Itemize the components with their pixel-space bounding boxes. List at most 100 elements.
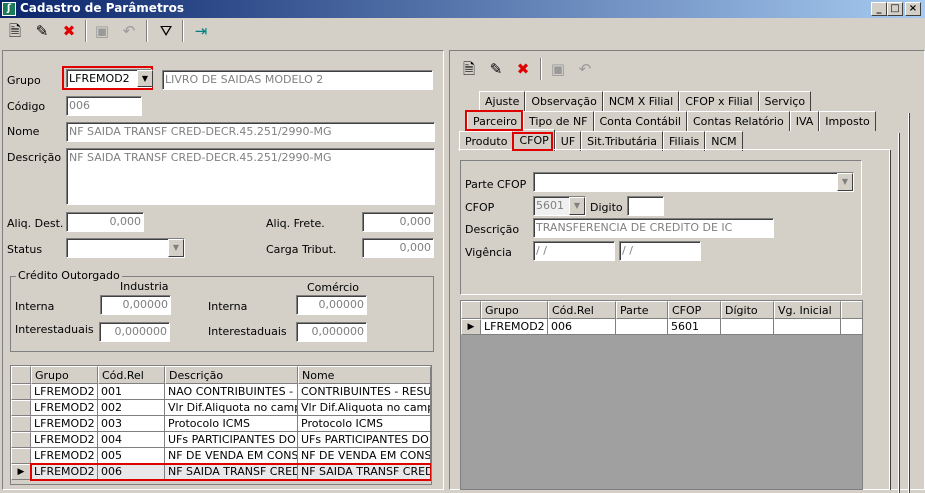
vigencia-fim-field[interactable]: / /	[619, 241, 701, 261]
table-cell[interactable]: LFREMOD2	[31, 400, 98, 416]
tab-tipo-de-nf[interactable]: Tipo de NF	[523, 111, 594, 131]
row-indicator[interactable]	[11, 448, 31, 464]
table-cell[interactable]: 004	[98, 432, 165, 448]
parameters-grid[interactable]: Grupo Cód.Rel Descrição Nome LFREMOD2 001 NAO …	[10, 365, 432, 485]
digito-field[interactable]	[627, 196, 664, 216]
comercio-interna-field[interactable]: 0,00000	[296, 295, 367, 315]
table-cell[interactable]	[841, 319, 862, 335]
chevron-down-icon[interactable]: ▼	[569, 197, 585, 215]
table-cell[interactable]	[774, 319, 841, 335]
codigo-field[interactable]: 006	[66, 96, 142, 116]
descricao-textarea[interactable]: NF SAIDA TRANSF CRED-DECR.45.251/2990-MG	[66, 148, 435, 205]
maximize-button[interactable]: □	[887, 2, 903, 16]
row-indicator[interactable]	[11, 432, 31, 448]
column-header[interactable]: Vg. Inicial	[774, 301, 841, 319]
edit-icon[interactable]: ✎	[485, 58, 507, 80]
table-cell[interactable]	[616, 319, 668, 335]
undo-icon[interactable]: ↶	[574, 58, 596, 80]
parte-cfop-select[interactable]	[533, 172, 854, 192]
tab-iva[interactable]: IVA	[789, 111, 820, 131]
delete-icon[interactable]: ✖	[58, 20, 80, 42]
tab-ajuste[interactable]: Ajuste	[479, 91, 526, 111]
tab-servi-o[interactable]: Serviço	[758, 91, 812, 111]
table-cell[interactable]	[721, 319, 774, 335]
new-icon[interactable]: 🗎	[458, 58, 480, 80]
table-cell[interactable]: Protocolo ICMS	[165, 416, 298, 432]
column-header[interactable]: Dígito	[721, 301, 774, 319]
table-cell[interactable]: 002	[98, 400, 165, 416]
cfop-grid[interactable]: Grupo Cód.Rel Parte CFOP Dígito Vg. Inicial ▶ L…	[460, 300, 863, 490]
table-cell[interactable]: Vlr Dif.Aliquota no campo	[165, 400, 298, 416]
table-cell[interactable]: Protocolo ICMS	[298, 416, 431, 432]
tab-cfop-x-filial[interactable]: CFOP x Filial	[679, 91, 759, 111]
chevron-down-icon[interactable]: ▼	[137, 70, 153, 87]
column-header[interactable]: Grupo	[481, 301, 548, 319]
table-cell[interactable]: 006	[548, 319, 616, 335]
save-icon[interactable]: ▣	[547, 58, 569, 80]
save-icon[interactable]: ▣	[91, 20, 113, 42]
cfop-descricao-field[interactable]: TRANSFERENCIA DE CREDITO DE IC	[533, 218, 774, 238]
table-cell[interactable]: LFREMOD2	[31, 448, 98, 464]
table-cell[interactable]: NAO CONTRIBUINTES - RE	[165, 384, 298, 400]
carga-tribut-field[interactable]: 0,000	[362, 238, 434, 258]
row-indicator[interactable]	[11, 416, 31, 432]
aliq-frete-field[interactable]: 0,000	[362, 212, 434, 232]
tab-filiais[interactable]: Filiais	[663, 131, 706, 151]
table-cell[interactable]: NF DE VENDA EM CONSIGI	[298, 448, 431, 464]
row-indicator[interactable]	[11, 400, 31, 416]
table-cell[interactable]: UFs PARTICIPANTES DO P	[165, 432, 298, 448]
table-cell[interactable]: UFs PARTICIPANTES DO P	[298, 432, 431, 448]
minimize-button[interactable]: _	[871, 2, 887, 16]
interna-label: Interna	[15, 300, 55, 313]
close-button[interactable]: ×	[905, 2, 921, 16]
row-indicator[interactable]: ▶	[461, 319, 481, 335]
undo-icon[interactable]: ↶	[118, 20, 140, 42]
chevron-down-icon[interactable]: ▼	[837, 173, 853, 191]
industria-interna-field[interactable]: 0,00000	[100, 295, 171, 315]
column-header[interactable]: Descrição	[165, 366, 298, 384]
tab-imposto[interactable]: Imposto	[819, 111, 876, 131]
grupo-description-field[interactable]: LIVRO DE SAIDAS MODELO 2	[162, 70, 433, 90]
column-header[interactable]: Parte	[616, 301, 668, 319]
column-header[interactable]: CFOP	[668, 301, 721, 319]
aliq-dest-field[interactable]: 0,000	[66, 212, 144, 232]
digito-label: Digito	[590, 201, 623, 214]
tab-conta-cont-bil[interactable]: Conta Contábil	[593, 111, 687, 131]
tab-contas-relat-rio[interactable]: Contas Relatório	[686, 111, 790, 131]
table-cell[interactable]: 005	[98, 448, 165, 464]
table-cell[interactable]: LFREMOD2	[481, 319, 548, 335]
tab-uf[interactable]: UF	[554, 131, 582, 151]
column-header[interactable]: Grupo	[31, 366, 98, 384]
tab-produto[interactable]: Produto	[459, 131, 514, 151]
vigencia-inicio-field[interactable]: / /	[533, 241, 615, 261]
tab-ncm[interactable]: NCM	[705, 131, 743, 151]
comercio-interestaduais-field[interactable]: 0,000000	[296, 322, 367, 342]
row-indicator[interactable]	[11, 384, 31, 400]
column-header[interactable]: Nome	[298, 366, 431, 384]
filter-icon[interactable]: ⛛	[155, 20, 177, 42]
column-header[interactable]: Cód.Rel	[98, 366, 165, 384]
table-cell[interactable]: Vlr Dif.Aliquota no campo	[298, 400, 431, 416]
table-cell[interactable]: NF DE VENDA EM CONSIGI	[165, 448, 298, 464]
chevron-down-icon[interactable]: ▼	[168, 239, 184, 257]
table-cell[interactable]: 5601	[668, 319, 721, 335]
table-cell[interactable]: LFREMOD2	[31, 432, 98, 448]
column-header[interactable]: Cód.Rel	[548, 301, 616, 319]
table-cell[interactable]: LFREMOD2	[31, 416, 98, 432]
industria-interestaduais-field[interactable]: 0,000000	[99, 322, 170, 342]
table-cell[interactable]: 001	[98, 384, 165, 400]
row-indicator[interactable]: ▶	[11, 464, 31, 480]
tab-sit-tribut-ria[interactable]: Sit.Tributária	[581, 131, 664, 151]
table-cell[interactable]: LFREMOD2	[31, 384, 98, 400]
new-icon[interactable]: 🗎	[4, 20, 26, 42]
nome-field[interactable]: NF SAIDA TRANSF CRED-DECR.45.251/2990-MG	[66, 122, 435, 142]
table-cell[interactable]: 003	[98, 416, 165, 432]
tab-page-edge	[898, 133, 900, 493]
delete-icon[interactable]: ✖	[512, 58, 534, 80]
column-header[interactable]	[841, 301, 862, 319]
table-cell[interactable]: CONTRIBUINTES - RESUM	[298, 384, 431, 400]
edit-icon[interactable]: ✎	[31, 20, 53, 42]
exit-icon[interactable]: ⇥	[190, 20, 212, 42]
tab-ncm-x-filial[interactable]: NCM X Filial	[602, 91, 680, 111]
tab-observa-o[interactable]: Observação	[525, 91, 603, 111]
